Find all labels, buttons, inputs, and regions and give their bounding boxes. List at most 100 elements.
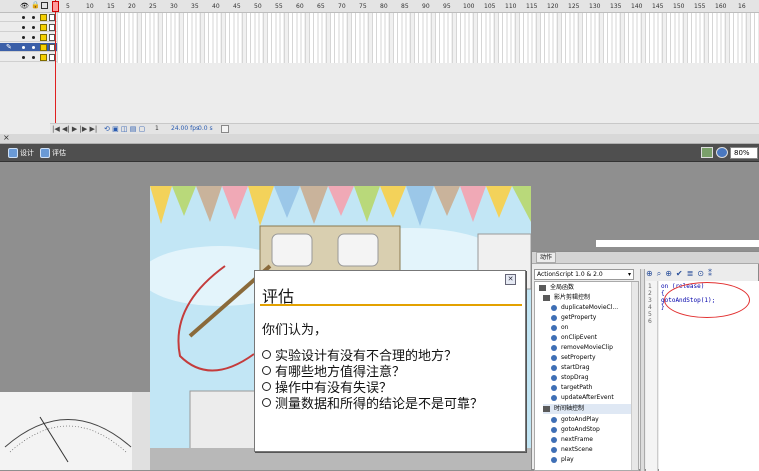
zoom-select[interactable]: 80% (730, 147, 758, 159)
tree-item[interactable]: targetPath (551, 383, 592, 393)
ruler-tick: 140 (631, 3, 643, 10)
tree-item[interactable]: gotoAndPlay (551, 415, 599, 425)
action-icon (551, 446, 557, 453)
eye-icon[interactable]: 👁 (20, 2, 29, 10)
ruler-tick: 135 (610, 3, 622, 10)
action-icon (551, 314, 557, 321)
tree-folder[interactable]: 全局函数 (539, 283, 574, 293)
tree-item[interactable]: removeMovieClip (551, 343, 613, 353)
playhead[interactable] (55, 0, 56, 134)
ruler-tick: 155 (694, 3, 706, 10)
scene-icon (8, 148, 18, 158)
panel-divider: × (0, 133, 759, 144)
scene-tab[interactable]: 设计 (8, 147, 34, 159)
tree-folder[interactable]: 影片剪辑控制 (543, 293, 590, 303)
question-item: 测量数据和所得的结论是不是可靠？ (262, 393, 483, 412)
debug-icon[interactable]: ⁑ (708, 269, 716, 278)
actions-tab-bar: 动作 (532, 252, 759, 264)
ruler-tick: 70 (338, 3, 346, 10)
code-line: } (661, 304, 665, 311)
tree-item[interactable]: gotoAndStop (551, 425, 600, 435)
script-version-select[interactable]: ActionScript 1.0 & 2.0 ▾ (534, 269, 634, 280)
tree-item[interactable]: nextScene (551, 445, 593, 455)
action-icon (551, 364, 557, 371)
ruler-tick: 85 (401, 3, 409, 10)
tree-folder[interactable]: 时间轴控制 (543, 404, 631, 414)
layer-row-selected[interactable]: ✎ (0, 43, 57, 52)
tree-item[interactable]: play (551, 455, 574, 465)
target-icon[interactable]: ⊕ (665, 269, 676, 278)
tree-scrollbar[interactable] (631, 282, 638, 470)
playback-controls-icon[interactable]: |◀ ◀| ▶ |▶ ▶| (52, 125, 97, 133)
layer-row[interactable] (0, 13, 57, 22)
ruler-tick: 115 (526, 3, 538, 10)
ruler-tick: 10 (86, 3, 94, 10)
tree-item[interactable]: getProperty (551, 313, 596, 323)
add-icon[interactable]: ⊕ (646, 269, 657, 278)
elapsed-time: 0.0 s (198, 125, 213, 132)
frame-rate[interactable]: 24.00 fps (171, 125, 199, 132)
line-number: 2 (648, 290, 652, 297)
tree-item[interactable]: nextFrame (551, 435, 593, 445)
timeline-scrollbar[interactable] (221, 125, 229, 133)
ammeter-graphic (0, 392, 136, 470)
frame-grid[interactable] (57, 13, 759, 63)
edit-scene-icon[interactable] (701, 147, 713, 158)
panel-splitter[interactable] (640, 269, 645, 471)
ruler-tick: 75 (359, 3, 367, 10)
edit-symbol-icon[interactable] (716, 147, 728, 158)
action-icon (551, 374, 557, 381)
actions-toolbar: ⊕⌕⊕✔≣⊙⁑ (646, 268, 759, 280)
layer-row[interactable] (0, 33, 57, 42)
tree-item[interactable]: startDrag (551, 363, 590, 373)
title-underline (260, 304, 522, 306)
find-icon[interactable]: ⌕ (657, 269, 665, 278)
tree-item[interactable]: setProperty (551, 353, 596, 363)
scene-icon (40, 148, 50, 158)
annotation-circle (664, 282, 750, 318)
scene-tab[interactable]: 评估 (40, 147, 66, 159)
ruler-tick: 120 (547, 3, 559, 10)
ruler-tick: 90 (422, 3, 430, 10)
code-hint-icon[interactable]: ⊙ (697, 269, 708, 278)
action-icon (551, 354, 557, 361)
ruler-tick: 35 (191, 3, 199, 10)
ruler-tick: 125 (568, 3, 580, 10)
close-icon[interactable]: × (3, 133, 10, 142)
timeline-panel: 👁 🔒 1 5 10 15 20 25 30 35 40 45 50 55 60… (0, 0, 759, 134)
tree-item[interactable]: updateAfterEvent (551, 393, 614, 403)
layer-row[interactable] (0, 23, 57, 32)
frame-ruler[interactable]: 👁 🔒 1 5 10 15 20 25 30 35 40 45 50 55 60… (0, 0, 759, 13)
ruler-tick: 95 (443, 3, 451, 10)
lock-icon[interactable]: 🔒 (31, 1, 40, 9)
edit-bar: 设计 评估 80% (0, 144, 759, 162)
book-icon (539, 284, 546, 291)
line-number-gutter: 1 2 3 4 5 6 (646, 281, 658, 471)
ruler-tick: 150 (673, 3, 685, 10)
close-button[interactable]: ✕ (505, 274, 516, 285)
ruler-tick: 5 (66, 3, 70, 10)
chevron-down-icon: ▾ (627, 271, 631, 278)
layer-row[interactable] (0, 53, 57, 62)
onion-skin-icon[interactable]: ⟲ ▣ ◫ ▤ ▢ (104, 125, 145, 133)
actions-toolbox-tree: 全局函数 影片剪辑控制 duplicateMovieCl... getPrope… (534, 281, 639, 471)
tree-item[interactable]: on (551, 323, 568, 333)
tree-item[interactable]: duplicateMovieCl... (551, 303, 618, 313)
action-icon (551, 416, 557, 423)
ruler-tick: 145 (652, 3, 664, 10)
action-icon (551, 304, 557, 311)
check-syntax-icon[interactable]: ✔ (676, 269, 687, 278)
outline-icon[interactable] (41, 2, 48, 9)
action-icon (551, 394, 557, 401)
ruler-tick: 16 (738, 3, 746, 10)
playhead-handle[interactable] (52, 1, 59, 12)
ruler-tick: 100 (463, 3, 475, 10)
timeline-status-bar: |◀ ◀| ▶ |▶ ▶| ⟲ ▣ ◫ ▤ ▢ 1 24.00 fps 0.0 … (50, 123, 759, 134)
actions-tab[interactable]: 动作 (536, 252, 557, 263)
ruler-tick: 55 (275, 3, 283, 10)
ruler-tick: 160 (715, 3, 727, 10)
evaluation-panel: 评估 ✕ 你们认为， 实验设计有没有不合理的地方？ 有哪些地方值得注意？ 操作中… (254, 270, 526, 452)
tree-item[interactable]: stopDrag (551, 373, 589, 383)
format-icon[interactable]: ≣ (687, 269, 698, 278)
tree-item[interactable]: onClipEvent (551, 333, 597, 343)
